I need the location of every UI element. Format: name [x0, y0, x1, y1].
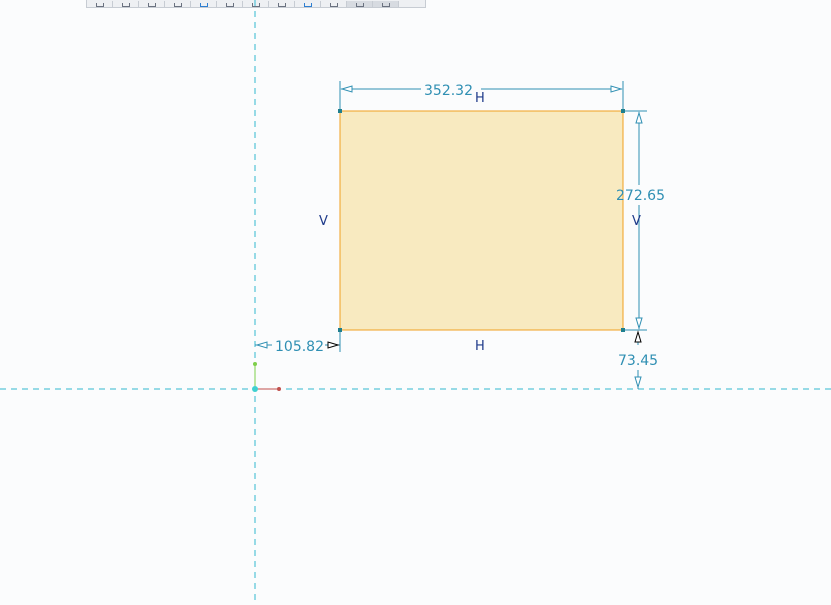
top-edge-horizontal-constraint[interactable]: H: [475, 91, 485, 106]
vertex-top-left[interactable]: [338, 109, 342, 113]
width-dimension-value[interactable]: 352.32: [424, 83, 473, 99]
height-dimension-value[interactable]: 272.65: [616, 188, 665, 204]
bottom-edge-horizontal-constraint[interactable]: H: [475, 339, 485, 354]
vertex-bottom-right[interactable]: [621, 328, 625, 332]
origin-axes-icon: [252, 362, 281, 392]
right-edge-vertical-constraint[interactable]: V: [632, 214, 641, 229]
horizontal-offset-value[interactable]: 105.82: [275, 339, 324, 355]
sketch-rectangle[interactable]: [339, 110, 624, 331]
vertical-offset-value[interactable]: 73.45: [618, 353, 658, 369]
left-edge-vertical-constraint[interactable]: V: [319, 214, 328, 229]
sketch-canvas[interactable]: 352.32 272.65 105.82 73.45 H H V V: [0, 0, 831, 605]
vertex-top-right[interactable]: [621, 109, 625, 113]
vertex-bottom-left[interactable]: [338, 328, 342, 332]
